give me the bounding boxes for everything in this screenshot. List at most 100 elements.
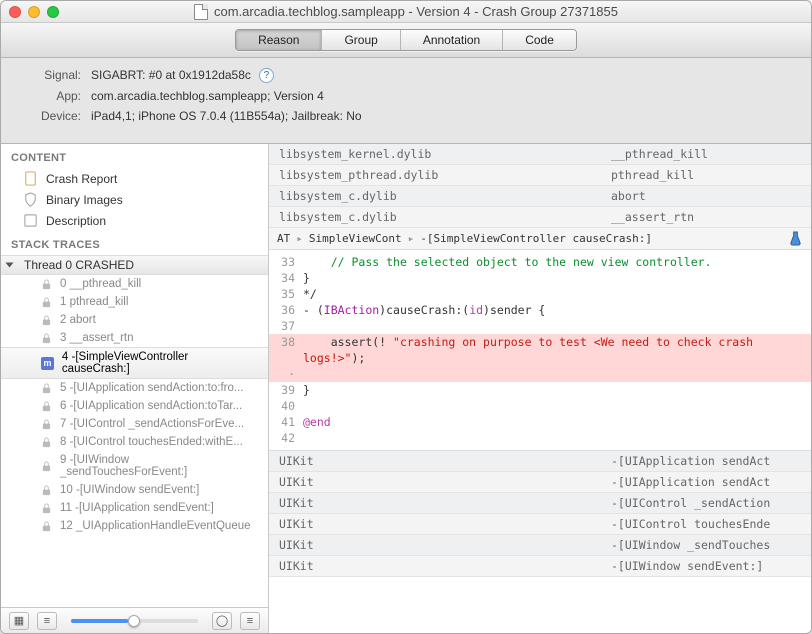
filter-icon[interactable]: ◯ — [212, 612, 232, 630]
view-segmented-control: Reason Group Annotation Code — [235, 29, 577, 51]
frame-3[interactable]: 3 __assert_rtn — [1, 329, 268, 347]
code-line: } — [303, 382, 811, 398]
minimize-icon[interactable] — [28, 6, 40, 18]
frame-12[interactable]: 12 _UIApplicationHandleEventQueue — [1, 517, 268, 535]
line-number: 33 — [269, 254, 303, 270]
toolbar: Reason Group Annotation Code — [1, 23, 811, 58]
app-label: App: — [19, 89, 81, 103]
tab-code[interactable]: Code — [503, 30, 576, 50]
code-line: assert(! "crashing on purpose to test <W… — [303, 334, 811, 366]
list-row[interactable]: libsystem_c.dylibabort — [269, 186, 811, 207]
frame-label: 7 -[UIControl _sendActionsForEve... — [60, 418, 244, 430]
frame-label: 9 -[UIWindow _sendTouchesForEvent:] — [60, 454, 258, 478]
line-number: 34 — [269, 270, 303, 286]
list-row[interactable]: libsystem_c.dylib__assert_rtn — [269, 207, 811, 228]
lock-icon — [41, 521, 52, 532]
list-row[interactable]: UIKit-[UIControl touchesEnde — [269, 514, 811, 535]
lock-icon — [41, 279, 52, 290]
frame-0[interactable]: 0 __pthread_kill — [1, 275, 268, 293]
frame-9[interactable]: 9 -[UIWindow _sendTouchesForEvent:] — [1, 451, 268, 481]
frame-label: 0 __pthread_kill — [60, 278, 141, 290]
frame-11[interactable]: 11 -[UIApplication sendEvent:] — [1, 499, 268, 517]
lock-icon — [41, 485, 52, 496]
code-line — [303, 398, 811, 414]
close-icon[interactable] — [9, 6, 21, 18]
metadata-panel: Signal:SIGABRT: #0 at 0x1912da58c? App:c… — [1, 58, 811, 144]
line-number: 36 — [269, 302, 303, 318]
grid-icon[interactable]: ▦ — [9, 612, 29, 630]
thread-label: Thread 0 CRASHED — [24, 258, 134, 272]
frame-2[interactable]: 2 abort — [1, 311, 268, 329]
sidebar-item-crash-report[interactable]: Crash Report — [1, 168, 268, 189]
lock-icon — [41, 315, 52, 326]
list-icon[interactable]: ≡ — [37, 612, 57, 630]
thread-row[interactable]: Thread 0 CRASHED — [1, 255, 268, 275]
code-line — [303, 366, 811, 382]
frame-label: 10 -[UIWindow sendEvent:] — [60, 484, 199, 496]
top-call-list: libsystem_kernel.dylib__pthread_kill lib… — [269, 144, 811, 228]
frame-list: 0 __pthread_kill 1 pthread_kill 2 abort … — [1, 275, 268, 535]
line-number: · — [269, 366, 303, 382]
lock-icon — [41, 333, 52, 344]
lock-icon — [41, 437, 52, 448]
beaker-icon[interactable] — [788, 231, 803, 246]
code-line: - (IBAction)causeCrash:(id)sender { — [303, 302, 811, 318]
list-row[interactable]: UIKit-[UIApplication sendAct — [269, 451, 811, 472]
code-line — [303, 430, 811, 446]
list-row[interactable]: libsystem_kernel.dylib__pthread_kill — [269, 144, 811, 165]
frame-label: 12 _UIApplicationHandleEventQueue — [60, 520, 251, 532]
disclosure-triangle-icon[interactable] — [6, 263, 14, 268]
lock-icon — [41, 297, 52, 308]
tab-reason[interactable]: Reason — [236, 30, 322, 50]
frame-label: 8 -[UIControl touchesEnded:withE... — [60, 436, 243, 448]
sidebar-footer: ▦ ≡ ◯ ≡ — [1, 607, 268, 633]
signal-label: Signal: — [19, 68, 81, 83]
sidebar-item-label: Description — [46, 214, 106, 228]
window-title: com.arcadia.techblog.sampleapp - Version… — [214, 4, 618, 19]
app-value: com.arcadia.techblog.sampleapp; Version … — [91, 89, 324, 103]
crumb-root: AT — [277, 232, 290, 245]
line-number: 37 — [269, 318, 303, 334]
sidebar-item-label: Crash Report — [46, 172, 117, 186]
frame-label: 4 -[SimpleViewController causeCrash:] — [62, 351, 258, 375]
stack-traces-header: STACK TRACES — [1, 231, 268, 255]
line-number: 42 — [269, 430, 303, 446]
list-row[interactable]: libsystem_pthread.dylibpthread_kill — [269, 165, 811, 186]
list-row[interactable]: UIKit-[UIWindow sendEvent:] — [269, 556, 811, 577]
list-row[interactable]: UIKit-[UIWindow _sendTouches — [269, 535, 811, 556]
frame-5[interactable]: 5 -[UIApplication sendAction:to:fro... — [1, 379, 268, 397]
device-value: iPad4,1; iPhone OS 7.0.4 (11B554a); Jail… — [91, 109, 362, 123]
sidebar-item-binary-images[interactable]: Binary Images — [1, 189, 268, 210]
page-icon — [23, 171, 38, 186]
tab-group[interactable]: Group — [322, 30, 400, 50]
zoom-slider[interactable] — [71, 619, 198, 623]
frame-1[interactable]: 1 pthread_kill — [1, 293, 268, 311]
help-icon[interactable]: ? — [259, 68, 274, 83]
code-line: @end — [303, 414, 811, 430]
sidebar-item-description[interactable]: Description — [1, 210, 268, 231]
source-editor[interactable]: 33 // Pass the selected object to the ne… — [269, 250, 811, 450]
frame-label: 11 -[UIApplication sendEvent:] — [60, 502, 214, 514]
frame-4[interactable]: m4 -[SimpleViewController causeCrash:] — [1, 347, 268, 379]
crumb-method: -[SimpleViewController causeCrash:] — [420, 232, 652, 245]
document-icon — [194, 4, 208, 20]
line-number: 39 — [269, 382, 303, 398]
frame-10[interactable]: 10 -[UIWindow sendEvent:] — [1, 481, 268, 499]
list-row[interactable]: UIKit-[UIApplication sendAct — [269, 472, 811, 493]
content-header: CONTENT — [1, 144, 268, 168]
line-number: 35 — [269, 286, 303, 302]
zoom-icon[interactable] — [47, 6, 59, 18]
lock-icon — [41, 419, 52, 430]
breadcrumb[interactable]: AT▸ SimpleViewCont▸ -[SimpleViewControll… — [269, 228, 811, 250]
line-number: 41 — [269, 414, 303, 430]
tab-annotation[interactable]: Annotation — [401, 30, 503, 50]
frame-7[interactable]: 7 -[UIControl _sendActionsForEve... — [1, 415, 268, 433]
frame-6[interactable]: 6 -[UIApplication sendAction:toTar... — [1, 397, 268, 415]
lock-icon — [41, 383, 52, 394]
line-number: 38 — [269, 334, 303, 366]
lock-icon — [41, 401, 52, 412]
frame-8[interactable]: 8 -[UIControl touchesEnded:withE... — [1, 433, 268, 451]
list-row[interactable]: UIKit-[UIControl _sendAction — [269, 493, 811, 514]
frame-label: 3 __assert_rtn — [60, 332, 134, 344]
menu-icon[interactable]: ≡ — [240, 612, 260, 630]
